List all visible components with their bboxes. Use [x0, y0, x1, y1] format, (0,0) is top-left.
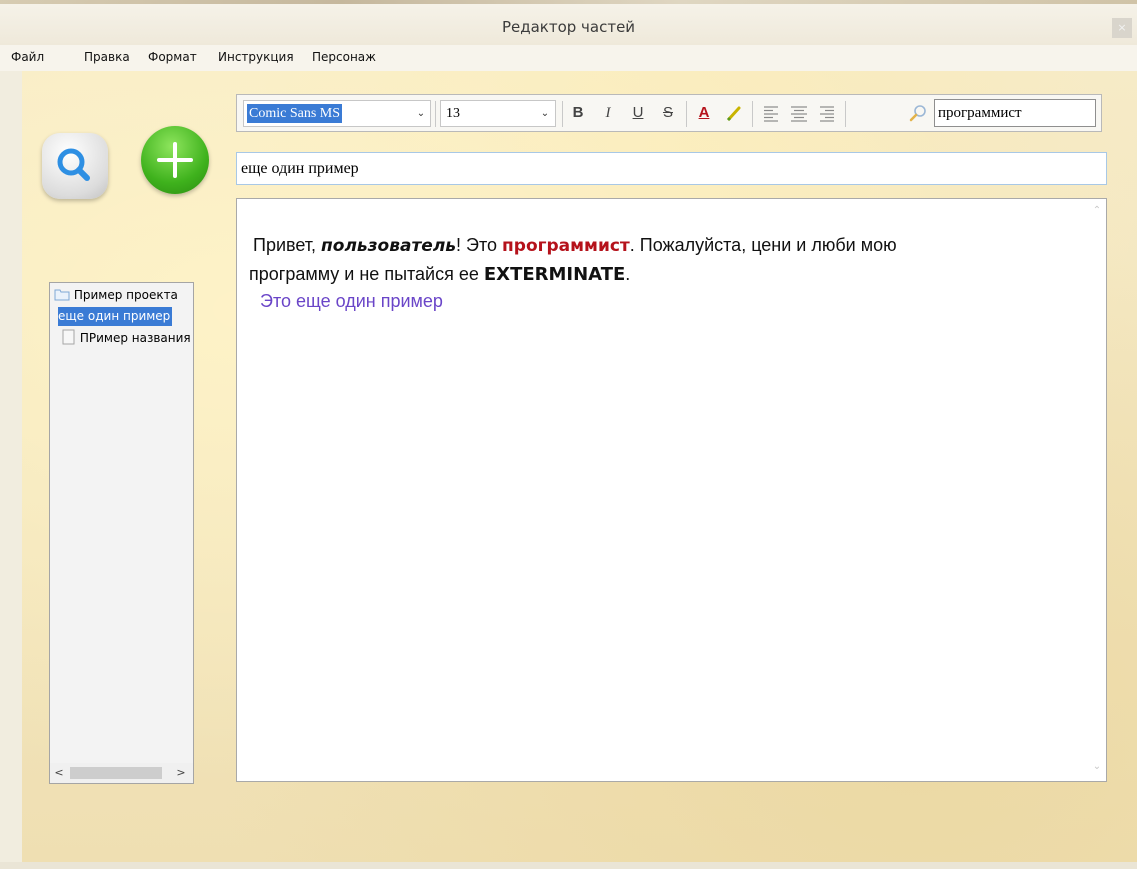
menu-file[interactable]: Файл — [11, 50, 44, 64]
search-input[interactable] — [938, 103, 1088, 123]
tree-horizontal-scrollbar[interactable]: < > — [50, 763, 193, 783]
font-color-button[interactable]: A — [693, 102, 715, 124]
menu-format[interactable]: Формат — [148, 50, 197, 64]
text-run: . — [625, 264, 631, 284]
scroll-right-icon[interactable]: > — [174, 765, 188, 781]
font-family-value: Comic Sans MS — [247, 104, 343, 123]
highlight-button[interactable] — [723, 102, 745, 124]
tree-item-label: еще один пример — [58, 309, 171, 323]
editor-line: Привет, пользователь! Это программист. П… — [253, 231, 1083, 260]
part-title-input[interactable] — [241, 158, 1091, 180]
bottom-frame — [0, 862, 1137, 869]
scroll-up-icon[interactable]: ⌃ — [1088, 205, 1106, 216]
align-left-button[interactable] — [760, 102, 782, 124]
separator — [845, 101, 846, 127]
magnifier-icon — [909, 105, 926, 122]
separator — [686, 101, 687, 127]
document-icon — [62, 329, 75, 345]
folder-icon — [54, 289, 70, 301]
align-left-icon — [764, 106, 778, 122]
separator — [562, 101, 563, 127]
align-center-icon — [791, 106, 807, 122]
title-accent — [0, 0, 1137, 4]
search-button[interactable] — [42, 133, 108, 199]
menu-bar: Файл Правка Формат Инструкция Персонаж — [0, 45, 1137, 71]
menu-character[interactable]: Персонаж — [312, 50, 376, 64]
menu-instruction[interactable]: Инструкция — [218, 50, 294, 64]
scrollbar-thumb[interactable] — [70, 767, 162, 779]
separator — [752, 101, 753, 127]
project-tree[interactable]: Пример проекта еще один пример ПРимер на… — [49, 282, 194, 784]
align-right-icon — [820, 106, 834, 122]
tree-item-project[interactable]: Пример проекта — [54, 286, 178, 305]
chevron-down-icon: ⌄ — [540, 108, 550, 119]
editor-line-purple: Это еще один пример — [260, 291, 443, 311]
app-window: Редактор частей × Файл Правка Формат Инс… — [0, 0, 1137, 869]
part-title-field[interactable] — [236, 152, 1107, 185]
chevron-down-icon: ⌄ — [416, 108, 426, 119]
text-run: . Пожалуйста, цени и люби мою — [629, 235, 897, 255]
tree-item-part[interactable]: ПРимер названия — [62, 329, 191, 348]
title-bar: Редактор частей × — [0, 0, 1137, 45]
scroll-left-icon[interactable]: < — [52, 765, 66, 781]
underline-button[interactable]: U — [627, 102, 649, 124]
text-run: программу и не пытайся ее — [249, 264, 484, 284]
strikethrough-button[interactable]: S — [657, 102, 679, 124]
search-field[interactable] — [934, 99, 1096, 127]
text-run-red-bold: программист — [502, 236, 630, 256]
align-center-button[interactable] — [788, 102, 810, 124]
left-frame — [0, 71, 22, 869]
format-toolbar: Comic Sans MS ⌄ 13 ⌄ B I U S A — [236, 94, 1102, 132]
editor-line: программу и не пытайся ее EXTERMINATE. — [249, 260, 1083, 289]
font-size-value: 13 — [446, 106, 460, 121]
highlighter-icon — [726, 106, 741, 122]
plus-icon — [157, 142, 193, 178]
search-icon — [57, 148, 90, 181]
text-editor[interactable]: Привет, пользователь! Это программист. П… — [236, 198, 1107, 782]
editor-content[interactable]: Привет, пользователь! Это программист. П… — [249, 231, 1083, 315]
text-run: ! Это — [456, 235, 503, 255]
editor-vertical-scrollbar[interactable]: ⌃ ⌄ — [1088, 199, 1106, 781]
window-title: Редактор частей — [501, 18, 636, 36]
tree-item-selected[interactable]: еще один пример — [58, 307, 173, 326]
scroll-down-icon[interactable]: ⌄ — [1088, 761, 1106, 772]
tree-item-label: ПРимер названия — [79, 331, 191, 345]
close-button[interactable]: × — [1112, 18, 1132, 38]
text-run: Привет, — [253, 235, 322, 255]
menu-edit[interactable]: Правка — [84, 50, 130, 64]
text-run-bold-italic: пользователь — [321, 236, 457, 256]
tree-item-label: Пример проекта — [73, 288, 178, 302]
add-button[interactable] — [141, 126, 209, 194]
font-family-select[interactable]: Comic Sans MS ⌄ — [243, 100, 431, 127]
find-button[interactable] — [907, 102, 929, 124]
text-run-bold: EXTERMINATE — [483, 264, 626, 285]
align-right-button[interactable] — [816, 102, 838, 124]
separator — [435, 101, 436, 127]
bold-button[interactable]: B — [567, 102, 589, 124]
font-size-select[interactable]: 13 ⌄ — [440, 100, 556, 127]
italic-button[interactable]: I — [597, 102, 619, 124]
